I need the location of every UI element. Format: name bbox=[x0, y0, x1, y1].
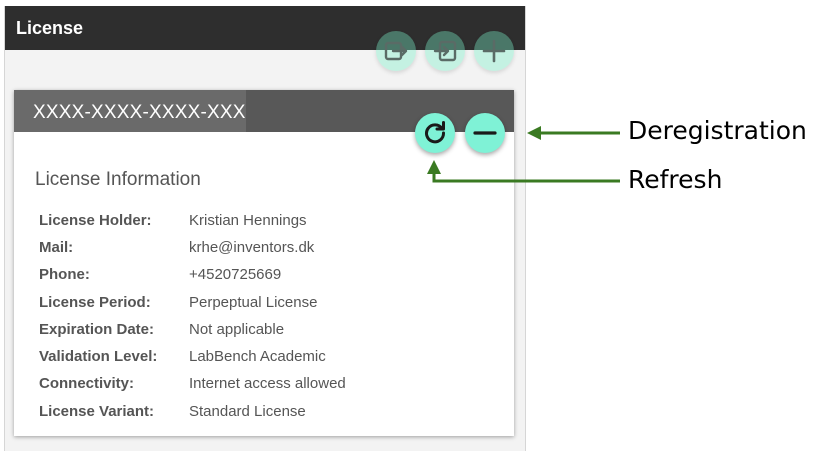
refresh-callout: Refresh bbox=[628, 165, 723, 194]
annotation-arrows bbox=[427, 126, 620, 183]
deregistration-callout: Deregistration bbox=[628, 116, 807, 145]
refresh-arrow bbox=[427, 160, 620, 183]
deregistration-arrow bbox=[527, 126, 620, 140]
